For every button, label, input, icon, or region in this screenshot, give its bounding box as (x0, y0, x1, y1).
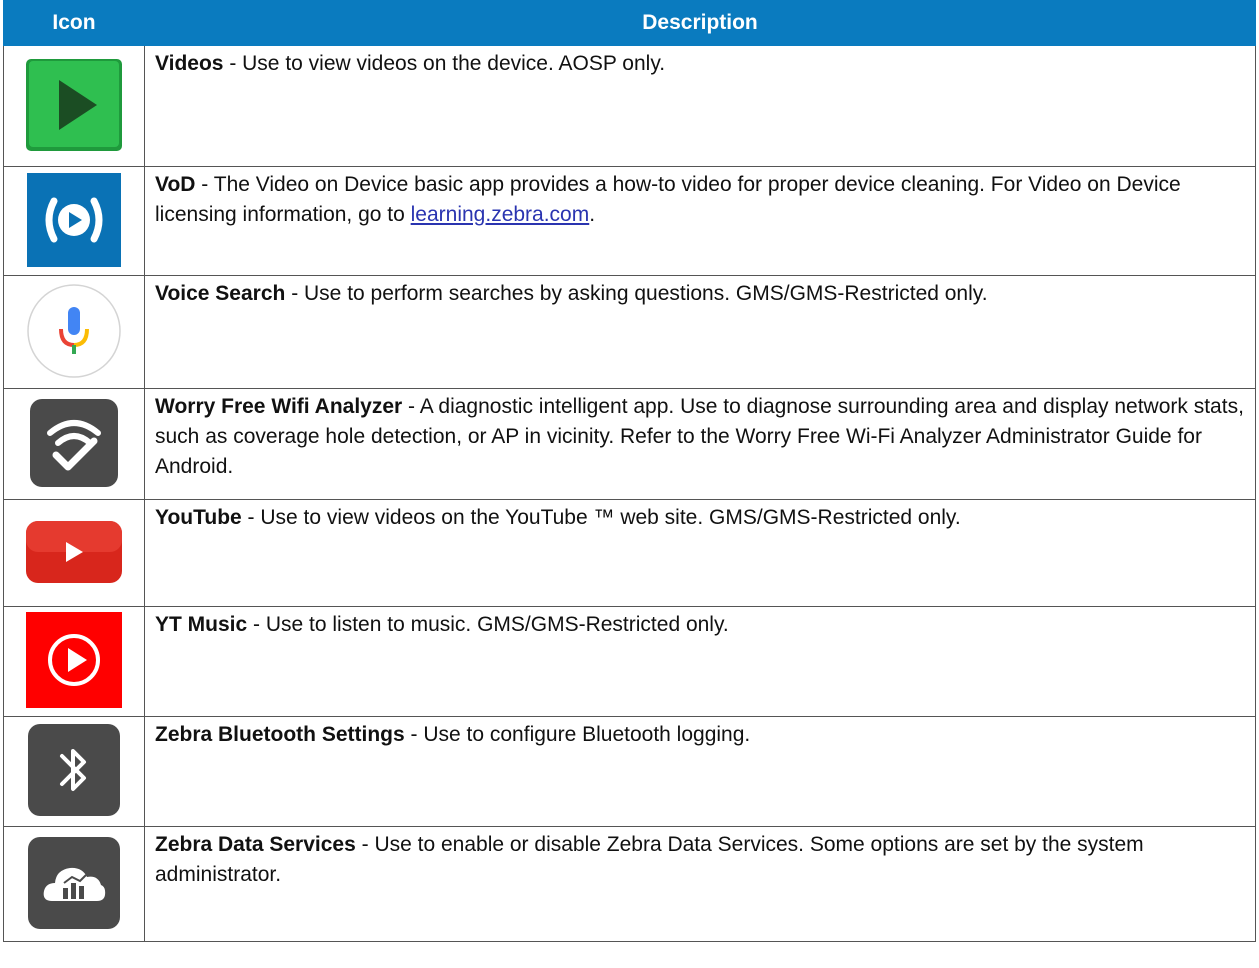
table-row: YouTube - Use to view videos on the YouT… (3, 499, 1256, 607)
app-name: Zebra Data Services (155, 833, 356, 856)
table-row: Videos - Use to view videos on the devic… (3, 45, 1256, 167)
icon-cell (3, 606, 145, 717)
app-name: YT Music (155, 613, 248, 636)
icon-cell (3, 716, 145, 827)
app-description: - The Video on Device basic app provides… (155, 173, 1181, 226)
description-cell: Zebra Bluetooth Settings - Use to config… (144, 716, 1256, 827)
cloud-data-icon (28, 836, 120, 929)
microphone-icon (27, 283, 121, 378)
app-description: - Use to listen to music. GMS/GMS-Restri… (247, 613, 729, 636)
icon-cell (3, 388, 145, 500)
app-name: Zebra Bluetooth Settings (155, 723, 405, 746)
icon-cell (3, 499, 145, 607)
app-description: - Use to configure Bluetooth logging. (404, 723, 751, 746)
app-name: Voice Search (155, 282, 286, 305)
app-name: YouTube (155, 506, 242, 529)
icon-cell (3, 275, 145, 389)
description-column-header: Description (144, 0, 1256, 46)
vod-icon (27, 172, 121, 267)
videos-play-icon (26, 58, 122, 151)
icon-column-header: Icon (3, 0, 145, 46)
table-row: Worry Free Wifi Analyzer - A diagnostic … (3, 388, 1256, 500)
learning-zebra-link[interactable]: learning.zebra.com (411, 203, 590, 226)
app-description: - Use to perform searches by asking ques… (285, 282, 988, 305)
app-icons-table: Icon Description Videos - Use to view vi… (3, 0, 1256, 942)
app-name: Videos (155, 52, 224, 75)
table-header-row: Icon Description (3, 0, 1256, 46)
yt-music-icon (26, 612, 122, 708)
app-description: - Use to view videos on the device. AOSP… (223, 52, 666, 75)
icon-cell (3, 166, 145, 276)
bluetooth-icon (28, 724, 120, 816)
table-row: Zebra Data Services - Use to enable or d… (3, 826, 1256, 942)
description-cell: VoD - The Video on Device basic app prov… (144, 166, 1256, 276)
description-cell: YT Music - Use to listen to music. GMS/G… (144, 606, 1256, 717)
wifi-analyzer-icon (30, 398, 118, 487)
app-name: Worry Free Wifi Analyzer (155, 395, 403, 418)
icon-cell (3, 45, 145, 167)
icon-cell (3, 826, 145, 942)
table-row: Zebra Bluetooth Settings - Use to config… (3, 716, 1256, 827)
table-row: VoD - The Video on Device basic app prov… (3, 166, 1256, 276)
description-cell: YouTube - Use to view videos on the YouT… (144, 499, 1256, 607)
description-cell: Videos - Use to view videos on the devic… (144, 45, 1256, 167)
description-cell: Worry Free Wifi Analyzer - A diagnostic … (144, 388, 1256, 500)
app-description: - Use to view videos on the YouTube ™ we… (241, 506, 961, 529)
description-cell: Voice Search - Use to perform searches b… (144, 275, 1256, 389)
youtube-icon (26, 520, 122, 583)
description-cell: Zebra Data Services - Use to enable or d… (144, 826, 1256, 942)
app-description-end: . (589, 203, 596, 226)
app-name: VoD (155, 173, 196, 196)
table-row: YT Music - Use to listen to music. GMS/G… (3, 606, 1256, 717)
table-row: Voice Search - Use to perform searches b… (3, 275, 1256, 389)
